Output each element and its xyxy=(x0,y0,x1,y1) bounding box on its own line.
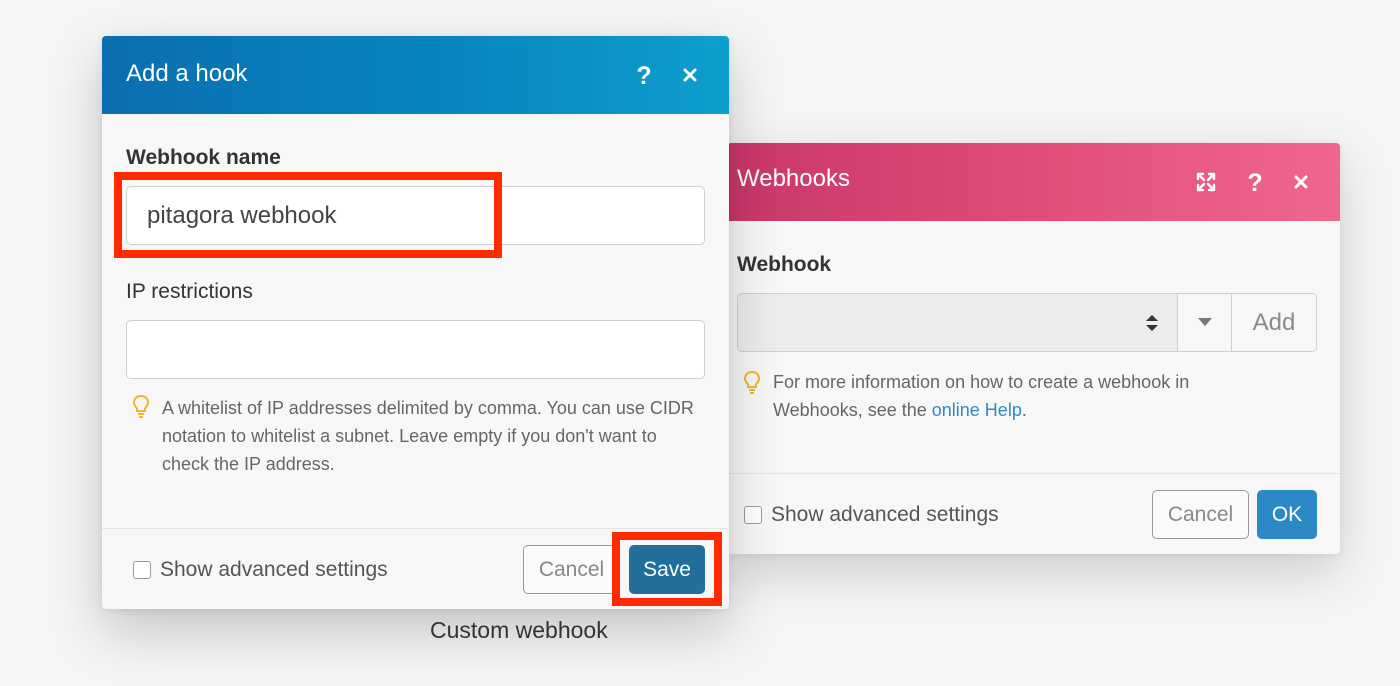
webhooks-dialog-header: Webhooks ? xyxy=(727,143,1340,221)
webhook-help-text: For more information on how to create a … xyxy=(773,368,1273,424)
show-advanced-settings-toggle[interactable]: Show advanced settings xyxy=(133,558,388,582)
chevron-down-icon xyxy=(1197,314,1213,332)
advanced-settings-label: Show advanced settings xyxy=(771,503,999,526)
ip-restrictions-help-text: A whitelist of IP addresses delimited by… xyxy=(162,398,694,474)
advanced-settings-checkbox[interactable] xyxy=(133,561,151,579)
add-hook-dialog-title: Add a hook xyxy=(126,60,248,87)
lightbulb-icon xyxy=(132,394,150,423)
caption: Custom webhook xyxy=(430,617,608,643)
ip-restrictions-label: IP restrictions xyxy=(126,280,253,303)
show-advanced-settings-toggle[interactable]: Show advanced settings xyxy=(744,503,999,527)
add-hook-dialog: Add a hook ? Webhook name pitagora webho… xyxy=(102,36,729,609)
save-button[interactable]: Save xyxy=(629,545,705,594)
webhook-select[interactable] xyxy=(738,294,1178,351)
webhook-dropdown-button[interactable] xyxy=(1178,294,1232,351)
advanced-settings-label: Show advanced settings xyxy=(160,558,388,581)
online-help-link[interactable]: online Help xyxy=(932,400,1022,420)
sort-arrows-icon xyxy=(1145,313,1159,338)
svg-text:?: ? xyxy=(636,62,651,88)
ok-button[interactable]: OK xyxy=(1257,490,1317,539)
add-hook-dialog-header: Add a hook ? xyxy=(102,36,729,114)
close-icon[interactable] xyxy=(677,62,703,88)
help-icon[interactable]: ? xyxy=(631,62,657,88)
footer-divider xyxy=(102,528,729,529)
webhook-field-label: Webhook xyxy=(737,253,832,276)
svg-text:?: ? xyxy=(1247,169,1262,195)
cancel-button[interactable]: Cancel xyxy=(1152,490,1249,539)
expand-icon[interactable] xyxy=(1193,169,1219,195)
help-text-suffix: . xyxy=(1021,400,1027,420)
webhooks-dialog: Webhooks ? Webhook Add For more informat… xyxy=(721,143,1340,554)
lightbulb-icon xyxy=(743,370,761,399)
advanced-settings-checkbox[interactable] xyxy=(744,506,762,524)
webhook-select-group: Add xyxy=(737,293,1317,352)
help-icon[interactable]: ? xyxy=(1242,169,1268,195)
add-webhook-button[interactable]: Add xyxy=(1232,294,1316,351)
webhooks-dialog-title: Webhooks xyxy=(737,165,850,192)
webhook-name-input[interactable]: pitagora webhook xyxy=(126,186,705,245)
webhook-name-label: Webhook name xyxy=(126,146,281,169)
ip-restrictions-input[interactable] xyxy=(126,320,705,379)
close-icon[interactable] xyxy=(1288,169,1314,195)
cancel-button[interactable]: Cancel xyxy=(523,545,620,594)
footer-divider xyxy=(727,473,1340,474)
